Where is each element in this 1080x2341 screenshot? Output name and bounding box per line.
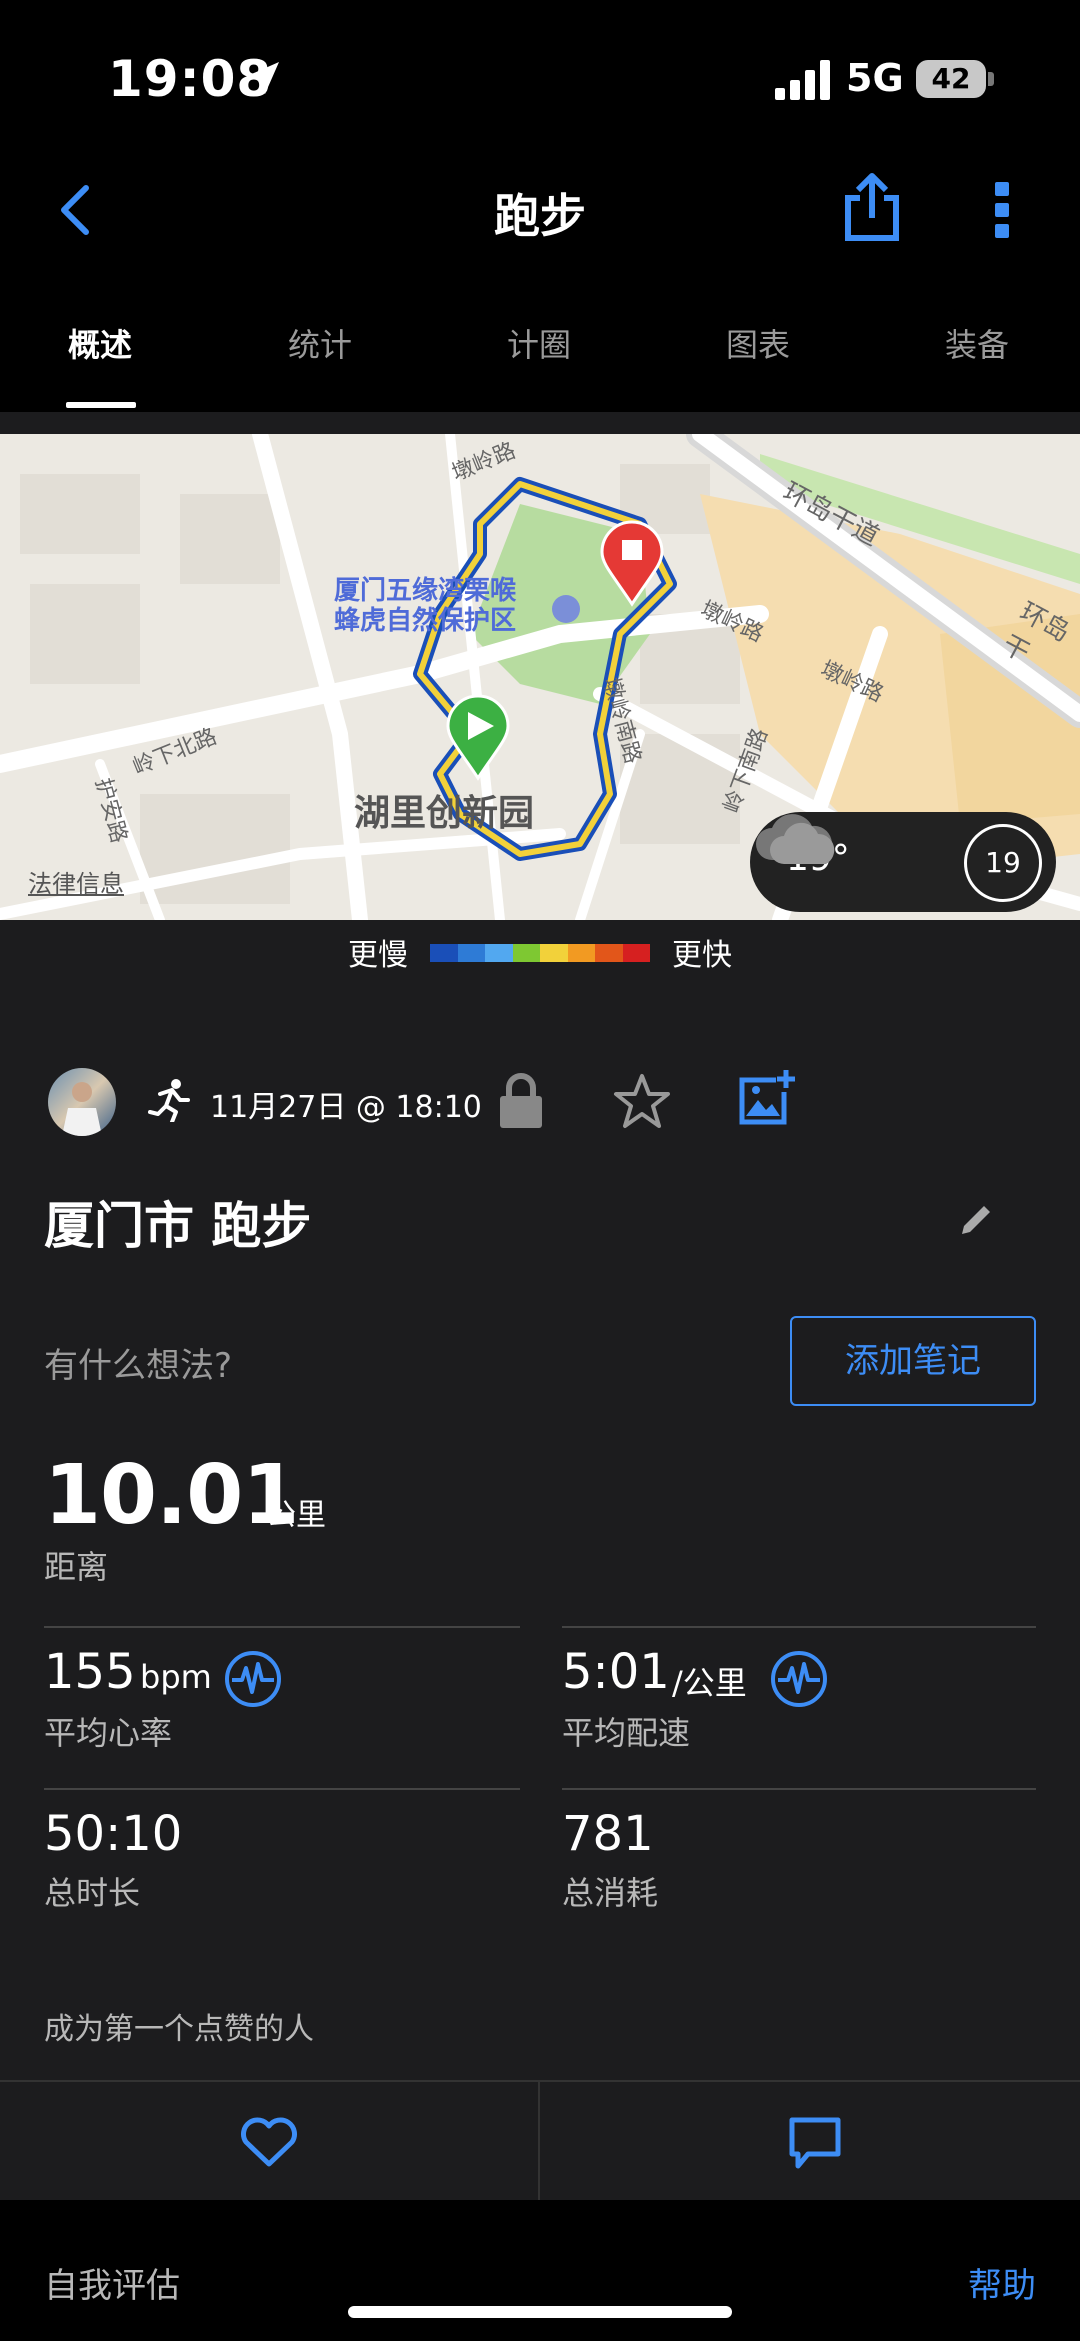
like-button[interactable] bbox=[0, 2082, 538, 2200]
home-indicator bbox=[348, 2306, 732, 2318]
thoughts-prompt: 有什么想法? bbox=[44, 1346, 233, 1386]
legend-fast: 更快 bbox=[672, 938, 732, 973]
tab-divider bbox=[0, 412, 1080, 434]
avg-hr-value: 155 bbox=[44, 1644, 136, 1700]
page-title: 跑步 bbox=[494, 189, 586, 243]
tab-indicator bbox=[66, 402, 136, 408]
likes-text: 成为第一个点赞的人 bbox=[44, 2012, 314, 2047]
legend-segment bbox=[430, 944, 458, 962]
distance-unit: 公里 bbox=[266, 1498, 326, 1533]
legend-segment bbox=[595, 944, 623, 962]
pace-legend: 更慢 更快 bbox=[0, 920, 1080, 980]
activity-date: 11月27日 @ 18:10 bbox=[210, 1090, 482, 1125]
activity-summary: 11月27日 @ 18:10 厦门市 跑步 有什么想法? 添加笔记 10.01 … bbox=[0, 980, 1080, 2080]
add-photo-icon[interactable] bbox=[736, 1068, 796, 1128]
lock-icon[interactable] bbox=[496, 1072, 546, 1130]
avg-pace-value: 5:01 bbox=[562, 1644, 670, 1700]
avg-pace-unit: /公里 bbox=[672, 1664, 747, 1702]
nav-bar: 跑步 bbox=[0, 150, 1080, 270]
running-icon bbox=[148, 1079, 190, 1122]
legal-info-link[interactable]: 法律信息 bbox=[28, 864, 124, 899]
signal-icon bbox=[775, 60, 830, 100]
tab-stats[interactable]: 统计 bbox=[288, 320, 352, 366]
star-icon[interactable] bbox=[612, 1072, 672, 1130]
social-action-bar bbox=[0, 2080, 1080, 2200]
activity-title: 厦门市 跑步 bbox=[44, 1197, 312, 1255]
weather-badge: 19° 19 bbox=[750, 812, 1056, 912]
distance-label: 距离 bbox=[44, 1548, 109, 1586]
route-map[interactable]: 厦门五缘湾栗喉 蜂虎自然保护区 湖里创新园 墩岭路 环岛干道 环岛干 岭下北路 … bbox=[0, 434, 1080, 920]
location-arrow-icon bbox=[247, 62, 279, 94]
avg-hr-label: 平均心率 bbox=[44, 1714, 173, 1752]
legend-slow: 更慢 bbox=[348, 938, 408, 973]
avg-pace-label: 平均配速 bbox=[562, 1714, 691, 1752]
pace-chart-icon[interactable] bbox=[770, 1650, 828, 1708]
status-bar: 19:08 5G 42 bbox=[0, 0, 1080, 150]
self-eval-label: 自我评估 bbox=[44, 2266, 180, 2306]
distance-value: 10.01 bbox=[44, 1448, 299, 1543]
calories-value: 781 bbox=[562, 1806, 654, 1862]
cloud-icon bbox=[756, 814, 835, 864]
divider bbox=[562, 1788, 1036, 1790]
duration-value: 50:10 bbox=[44, 1806, 183, 1862]
comment-button[interactable] bbox=[540, 2082, 1078, 2200]
self-evaluation-section: 自我评估 帮助 bbox=[0, 2200, 1080, 2341]
pencil-icon[interactable] bbox=[958, 1202, 994, 1238]
help-link[interactable]: 帮助 bbox=[968, 2258, 1036, 2307]
legend-segment bbox=[540, 944, 568, 962]
wind-speed: 19 bbox=[964, 824, 1042, 902]
battery-level: 42 bbox=[931, 62, 971, 95]
duration-label: 总时长 bbox=[44, 1874, 141, 1912]
calories-label: 总消耗 bbox=[562, 1874, 659, 1912]
divider bbox=[562, 1626, 1036, 1628]
battery-cap bbox=[988, 72, 994, 86]
heart-icon bbox=[241, 2117, 297, 2167]
area-label: 湖里创新园 bbox=[354, 793, 535, 834]
heart-rate-icon[interactable] bbox=[224, 1650, 282, 1708]
battery-icon: 42 bbox=[916, 60, 986, 98]
legend-segment bbox=[485, 944, 513, 962]
tab-charts[interactable]: 图表 bbox=[726, 320, 790, 366]
share-icon[interactable] bbox=[840, 172, 904, 244]
legend-segment bbox=[512, 944, 540, 962]
tab-bar: 概述 统计 计圈 图表 装备 bbox=[0, 300, 1080, 412]
poi-label: 厦门五缘湾栗喉 蜂虎自然保护区 bbox=[334, 576, 517, 636]
divider bbox=[44, 1626, 520, 1628]
tab-overview[interactable]: 概述 bbox=[68, 320, 132, 366]
avg-hr-unit: bpm bbox=[140, 1658, 212, 1696]
more-vertical-icon[interactable] bbox=[990, 180, 1016, 240]
divider bbox=[44, 1788, 520, 1790]
avatar[interactable] bbox=[48, 1068, 116, 1136]
tab-laps[interactable]: 计圈 bbox=[507, 320, 571, 366]
avatar-image bbox=[62, 1082, 102, 1136]
add-note-button[interactable]: 添加笔记 bbox=[790, 1316, 1036, 1406]
tab-gear[interactable]: 装备 bbox=[945, 320, 1009, 366]
network-label: 5G bbox=[846, 56, 904, 100]
legend-gradient bbox=[430, 944, 650, 962]
legend-segment bbox=[567, 944, 595, 962]
legend-segment bbox=[457, 944, 485, 962]
comment-icon bbox=[789, 2117, 841, 2169]
legend-segment bbox=[622, 944, 650, 962]
